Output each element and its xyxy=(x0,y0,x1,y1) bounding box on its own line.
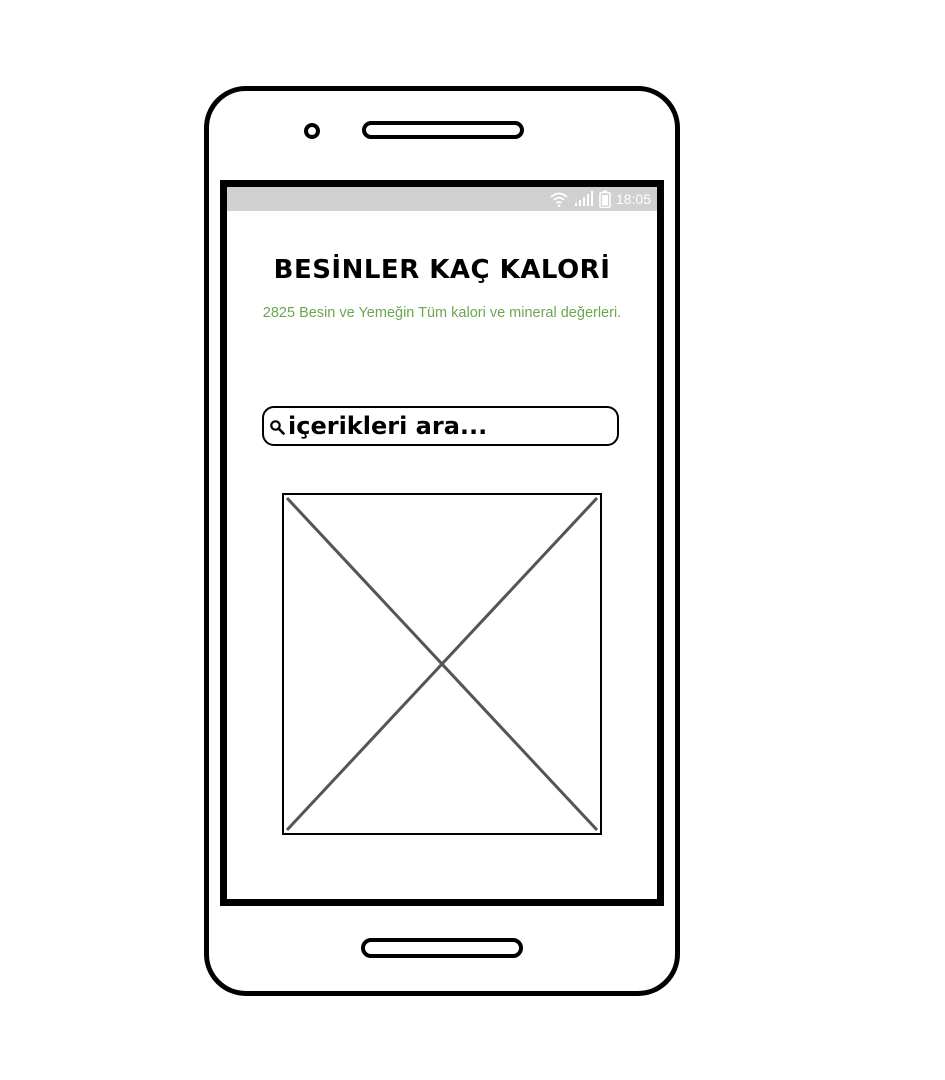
search-icon xyxy=(270,420,285,435)
status-bar: 18:05 xyxy=(227,187,657,211)
search-input[interactable] xyxy=(288,410,608,442)
speaker-grille xyxy=(362,121,524,139)
status-icons: 18:05 xyxy=(549,190,651,208)
phone-screen: 18:05 BESİNLER KAÇ KALORİ 2825 Besin ve … xyxy=(220,180,664,906)
wifi-icon xyxy=(550,192,568,207)
camera-icon xyxy=(304,123,320,139)
page-title: BESİNLER KAÇ KALORİ xyxy=(273,255,611,285)
signal-icon xyxy=(574,191,593,206)
battery-icon xyxy=(599,190,611,208)
home-button[interactable] xyxy=(361,938,523,958)
search-bar[interactable] xyxy=(262,406,619,446)
status-time: 18:05 xyxy=(615,191,651,207)
page-subtitle: 2825 Besin ve Yemeğin Tüm kalori ve mine… xyxy=(262,305,622,321)
image-placeholder-icon xyxy=(282,493,602,835)
